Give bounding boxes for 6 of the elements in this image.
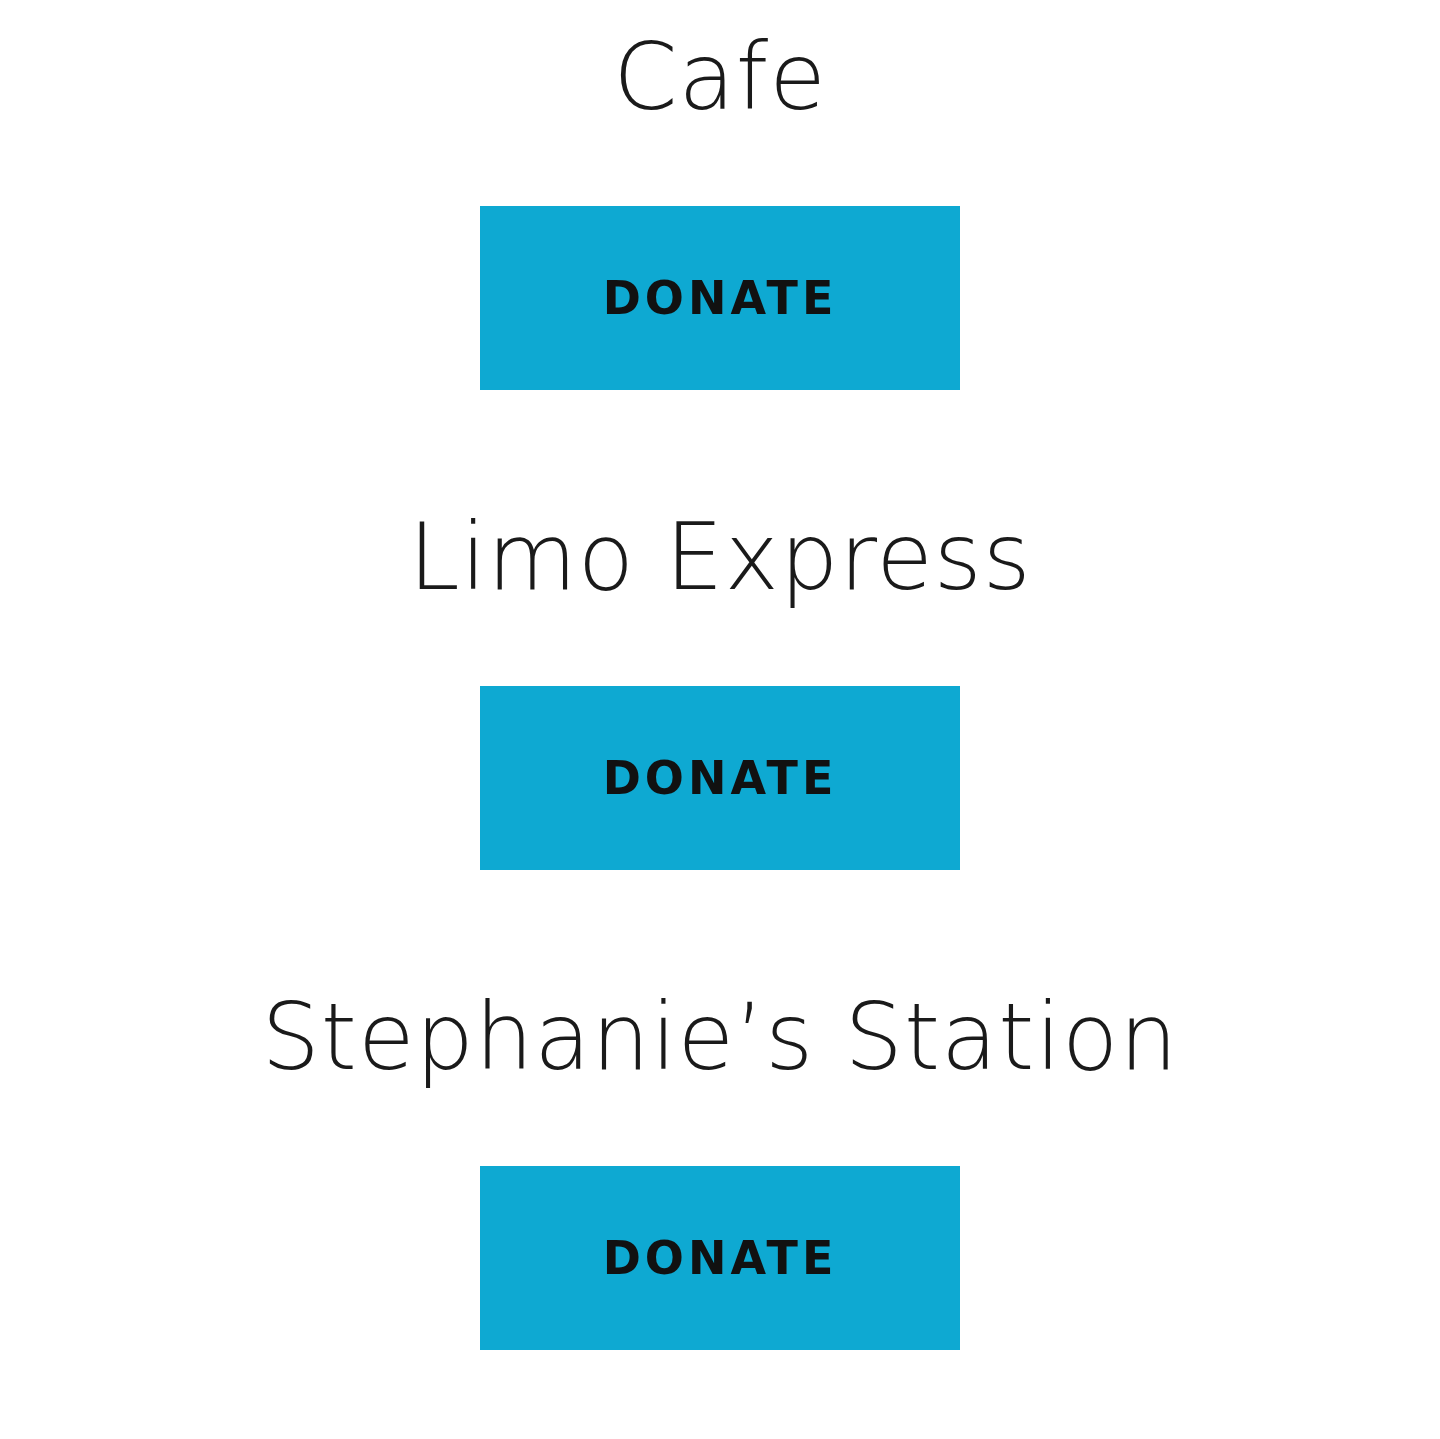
donate-button[interactable]: DONATE bbox=[480, 686, 960, 870]
venue-name: Cafe bbox=[613, 23, 827, 133]
venue-name: Limo Express bbox=[408, 503, 1032, 613]
venue-name: Stephanie’s Station bbox=[261, 983, 1179, 1093]
donate-button[interactable]: DONATE bbox=[480, 206, 960, 390]
donate-button[interactable]: DONATE bbox=[480, 1166, 960, 1350]
